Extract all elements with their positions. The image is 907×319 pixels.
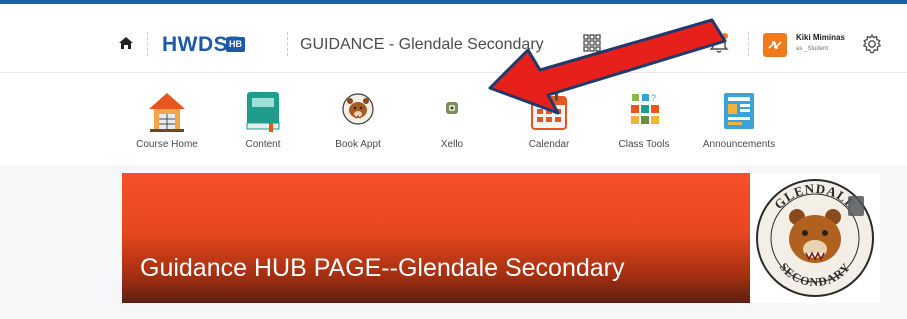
nav-item-course-home[interactable]: Course Home	[127, 89, 207, 159]
xello-icon	[446, 102, 458, 114]
calendar-icon	[531, 92, 567, 130]
user-avatar[interactable]	[763, 33, 787, 57]
nav-label: Xello	[440, 139, 464, 150]
course-selector-grid-icon[interactable]	[583, 34, 601, 52]
nav-label: Content	[245, 139, 281, 150]
svg-text:?: ?	[651, 93, 656, 103]
nav-label: Class Tools	[618, 139, 670, 150]
nav-label: Announcements	[702, 139, 776, 150]
nav-item-calendar[interactable]: Calendar	[509, 89, 589, 159]
nav-label: Book Appt	[335, 139, 381, 150]
course-title[interactable]: GUIDANCE - Glendale Secondary	[300, 36, 544, 54]
nav-item-book-appt[interactable]: Book Appt	[318, 89, 398, 159]
alert-dot-icon	[722, 33, 728, 39]
header-divider	[287, 32, 289, 56]
gear-icon[interactable]	[861, 33, 883, 55]
nav-label: Calendar	[528, 139, 570, 150]
course-banner-image	[122, 173, 750, 303]
banner-options-button[interactable]	[848, 196, 864, 216]
avatar-arrows-icon	[768, 41, 782, 49]
bear-mascot-icon	[342, 93, 374, 125]
user-role: as _Student	[796, 46, 829, 52]
nav-item-announcements[interactable]: Announcements	[699, 89, 779, 159]
header-divider	[748, 32, 750, 56]
banner-title: Guidance HUB PAGE--Glendale Secondary	[140, 254, 625, 282]
nav-item-content[interactable]: Content	[223, 89, 303, 159]
school-seal: GLENDALE SECONDARY	[750, 173, 880, 303]
user-name[interactable]: Kiki Miminas	[796, 33, 845, 42]
house-icon	[149, 93, 185, 132]
bell-icon[interactable]	[709, 32, 729, 54]
book-icon	[246, 92, 280, 132]
nav-label: Course Home	[136, 139, 198, 150]
class-tools-icon: ?	[631, 93, 659, 124]
course-navbar: Course Home Content Book Appt Xello Cale…	[0, 73, 907, 165]
announcements-icon	[724, 93, 754, 129]
header-divider	[147, 32, 149, 56]
nav-item-class-tools[interactable]: ? Class Tools	[604, 89, 684, 159]
bear-seal-icon: GLENDALE SECONDARY	[756, 179, 874, 297]
hub-badge: HB	[226, 37, 245, 52]
home-icon[interactable]	[118, 35, 134, 51]
nav-item-xello[interactable]: Xello	[412, 89, 492, 159]
site-header: HWDSB HB GUIDANCE - Glendale Secondary K…	[0, 4, 907, 73]
